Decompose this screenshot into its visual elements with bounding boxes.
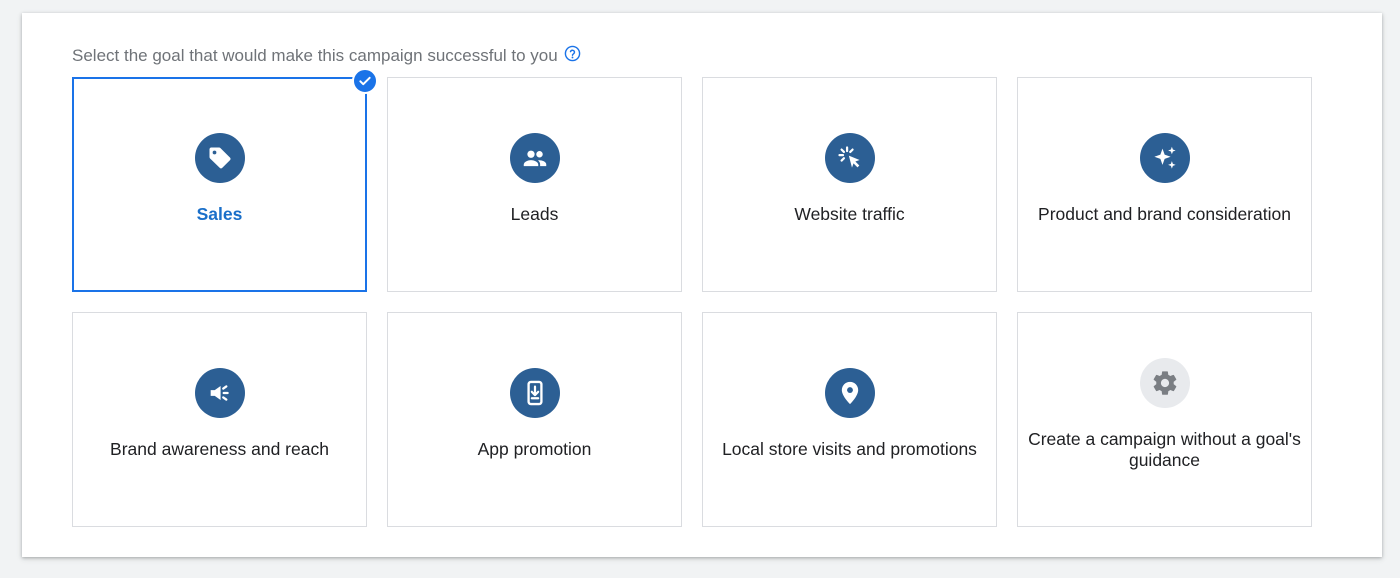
goal-card-no-guidance[interactable]: Create a campaign without a goal's guida…	[1017, 312, 1312, 527]
goal-card-sales[interactable]: Sales	[72, 68, 378, 292]
goal-label: Product and brand consideration	[1038, 204, 1291, 224]
goal-prompt-text: Select the goal that would make this cam…	[72, 46, 558, 65]
goal-label: Website traffic	[794, 204, 905, 224]
goal-card-brand-awareness[interactable]: Brand awareness and reach	[72, 312, 367, 527]
goal-card-website-traffic[interactable]: Website traffic	[702, 77, 997, 292]
tag-icon	[194, 133, 245, 183]
selected-check-icon	[352, 68, 378, 94]
goal-card-leads[interactable]: Leads	[387, 77, 682, 292]
goal-label: Sales	[196, 204, 243, 224]
sparkle-icon	[1139, 133, 1190, 183]
people-icon	[509, 133, 560, 183]
goal-card-local-store-visits[interactable]: Local store visits and promotions	[702, 312, 997, 527]
goal-label: Leads	[510, 204, 559, 224]
goal-card-product-brand-consideration[interactable]: Product and brand consideration	[1017, 77, 1312, 292]
goal-label: Brand awareness and reach	[110, 439, 329, 459]
goal-label: Local store visits and promotions	[722, 439, 977, 459]
goal-label: Create a campaign without a goal's guida…	[1028, 429, 1301, 470]
goal-label: App promotion	[477, 439, 592, 459]
help-circle-icon[interactable]	[564, 45, 581, 62]
goal-prompt: Select the goal that would make this cam…	[72, 45, 581, 66]
cursor-click-icon	[824, 133, 875, 183]
goal-selection-panel: Select the goal that would make this cam…	[22, 13, 1382, 557]
location-pin-icon	[824, 368, 875, 418]
gear-icon	[1139, 358, 1190, 408]
goal-card-app-promotion[interactable]: App promotion	[387, 312, 682, 527]
goal-grid: Sales Leads Website traffic Product and …	[72, 68, 1312, 527]
phone-download-icon	[509, 368, 560, 418]
megaphone-icon	[194, 368, 245, 418]
